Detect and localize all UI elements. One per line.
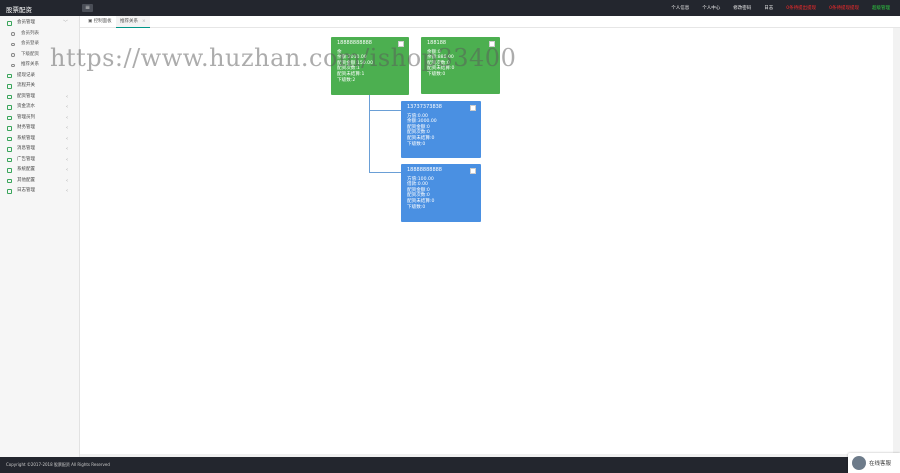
dot-icon <box>11 63 15 67</box>
menu-icon: ≡ <box>84 4 91 11</box>
money-icon <box>7 105 12 110</box>
node-account: 188188 <box>427 40 447 46</box>
topnav-log[interactable]: 日志 <box>764 5 773 11</box>
node-account: 18888888888 <box>337 40 372 46</box>
referral-node-peer[interactable]: 188188 余额:0 余额:888.00 配资次数:0 配资未结算:0 下级数… <box>421 37 500 94</box>
topnav-change-password[interactable]: 修改密码 <box>733 5 751 11</box>
list-icon <box>7 73 12 78</box>
referral-node-root[interactable]: 18888888888 余 余额:2010.00 配资金额:150.00 配资次… <box>331 37 409 95</box>
ad-icon <box>7 157 12 162</box>
chevron-left-icon: ‹ <box>66 114 68 121</box>
node-account: 18888888888 <box>407 167 442 173</box>
sidebar-item-members[interactable]: 会员管理 ﹀ <box>0 18 79 29</box>
config-icon <box>7 168 12 173</box>
node-checkbox[interactable] <box>398 41 404 47</box>
node-account: 13737373838 <box>407 104 442 110</box>
close-icon[interactable]: × <box>142 19 146 24</box>
tree-connector <box>369 172 401 173</box>
tab-dashboard[interactable]: ▣ 控制面板 <box>84 16 116 28</box>
sidebar-item-finance[interactable]: 财务管理 ‹ <box>0 123 79 134</box>
sidebar-item-member-login[interactable]: 会员登录 <box>0 39 79 50</box>
online-service-label: 在线客服 <box>869 461 892 467</box>
avatar <box>852 456 866 470</box>
sidebar-item-sub-funding[interactable]: 下级配资 <box>0 50 79 61</box>
chevron-left-icon: ‹ <box>66 167 68 173</box>
chevron-left-icon: ‹ <box>66 104 68 110</box>
sidebar-item-process-switch[interactable]: 流程开关 <box>0 81 79 92</box>
top-nav: 个人信息 个人中心 修改密码 日志 0条待提出提现 0条待提现提现 超级管理 <box>658 0 890 16</box>
window-icon <box>7 178 12 183</box>
node-checkbox[interactable] <box>489 41 495 47</box>
chevron-left-icon: ‹ <box>66 188 68 194</box>
tab-referral[interactable]: 推荐关系 × <box>116 16 150 28</box>
dot-icon <box>11 42 15 46</box>
sidebar-item-referral-tree[interactable]: 推荐关系 <box>0 60 79 71</box>
node-checkbox[interactable] <box>470 168 476 174</box>
node-checkbox[interactable] <box>470 105 476 111</box>
message-icon <box>7 147 12 152</box>
menu-toggle-button[interactable]: ≡ <box>82 4 93 12</box>
sidebar-item-messages[interactable]: 消息管理 ‹ <box>0 144 79 155</box>
sidebar-item-cash-flow[interactable]: 资金流水 ‹ <box>0 102 79 113</box>
sidebar: 会员管理 ﹀ 会员列表 会员登录 下级配资 推荐关系 提现记录 流程开关 配资管理… <box>0 16 80 457</box>
chevron-left-icon: ‹ <box>66 177 68 184</box>
sidebar-item-logs[interactable]: 日志管理 ‹ <box>0 186 79 197</box>
brand-logo[interactable]: 股票配资 <box>6 4 32 14</box>
sidebar-item-other-config[interactable]: 其他配置 ‹ <box>0 176 79 187</box>
referral-node-child-1[interactable]: 13737373838 方值:0.00 余额:3000.00 配资金额:0 配资… <box>401 101 481 158</box>
chevron-left-icon: ‹ <box>66 93 68 100</box>
chevron-left-icon: ‹ <box>66 146 68 152</box>
referral-node-child-2[interactable]: 18888888888 方值:100.00 借款:0.00 配资金额:0 配资次… <box>401 164 481 222</box>
log-icon <box>7 189 12 194</box>
topnav-user-center[interactable]: 个人中心 <box>702 5 720 11</box>
chevron-left-icon: ‹ <box>66 125 68 131</box>
topnav-profile[interactable]: 个人信息 <box>671 5 689 11</box>
tab-bar: ▣ 控制面板 推荐关系 × <box>80 16 900 28</box>
finance-icon <box>7 126 12 131</box>
sidebar-item-member-list[interactable]: 会员列表 <box>0 29 79 40</box>
chart-icon <box>7 94 12 99</box>
sidebar-item-funding[interactable]: 配资管理 ‹ <box>0 92 79 103</box>
tree-connector <box>369 110 401 111</box>
tree-connector <box>369 95 370 172</box>
chevron-left-icon: ‹ <box>66 156 68 163</box>
topnav-pending-withdraw[interactable]: 0条待提出提现 <box>786 5 816 11</box>
gear-icon <box>7 136 12 141</box>
user-icon <box>7 21 12 26</box>
chevron-left-icon: ‹ <box>66 135 68 142</box>
sidebar-item-system-config[interactable]: 系统配置 ‹ <box>0 165 79 176</box>
topnav-pending-payout[interactable]: 0条待提现提现 <box>829 5 859 11</box>
sidebar-item-admins[interactable]: 管理员列 ‹ <box>0 113 79 124</box>
chevron-down-icon: ﹀ <box>62 20 68 26</box>
dot-icon <box>11 32 15 36</box>
online-service-button[interactable]: 在线客服 <box>848 453 900 473</box>
footer: Copyright ©2017-2018 股票配资 All Rights Res… <box>0 457 900 473</box>
topnav-admin-menu[interactable]: 超级管理 <box>872 5 890 11</box>
top-bar: 股票配资 ≡ 个人信息 个人中心 修改密码 日志 0条待提出提现 0条待提现提现… <box>0 0 900 16</box>
scrollbar[interactable] <box>893 28 900 454</box>
dot-icon <box>11 53 15 57</box>
admin-icon <box>7 115 12 120</box>
switch-icon <box>7 84 12 89</box>
sidebar-item-withdraw-records[interactable]: 提现记录 <box>0 71 79 82</box>
sidebar-item-system[interactable]: 系统管理 ‹ <box>0 134 79 145</box>
sidebar-item-ads[interactable]: 广告管理 ‹ <box>0 155 79 166</box>
